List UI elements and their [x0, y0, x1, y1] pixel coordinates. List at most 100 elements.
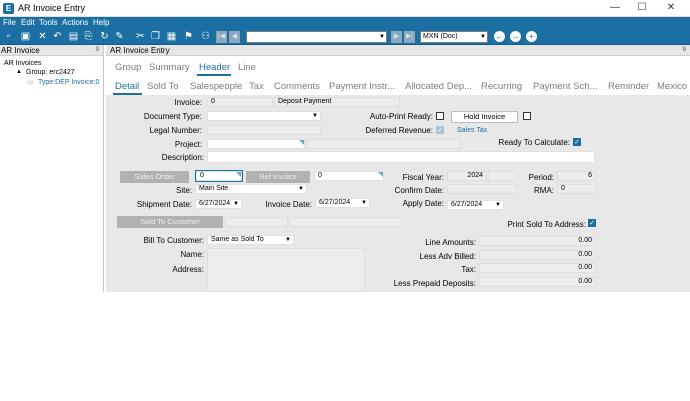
invoice-type-field: Deposit Payment — [274, 97, 400, 107]
bill-to-customer-select[interactable]: Same as Sold To ▼ — [207, 235, 294, 245]
ref-invoice-field[interactable]: 0 — [314, 171, 384, 181]
go-back-icon[interactable]: ← — [494, 31, 505, 42]
tree-root[interactable]: AR Invoices — [4, 60, 41, 67]
paste-icon[interactable]: ▦ — [166, 31, 177, 42]
print-sold-to-address-checkbox[interactable]: ✓ — [588, 219, 596, 227]
tab-summary[interactable]: Summary — [149, 62, 190, 73]
sold-to-customer-name-field — [289, 217, 402, 227]
period-label: Period: — [528, 173, 554, 182]
save-icon[interactable]: ▣ — [20, 31, 31, 42]
close-window-button[interactable]: ✕ — [660, 1, 682, 15]
line-amounts-field: 0.00 — [479, 236, 596, 246]
description-field[interactable] — [207, 151, 595, 163]
document-type-select[interactable]: ▼ — [207, 111, 321, 121]
hold-invoice-checkbox[interactable] — [523, 112, 531, 120]
tab-salespeople[interactable]: Salespeople — [190, 81, 242, 92]
legal-number-field — [207, 125, 321, 135]
previous-record-icon[interactable]: ◀ — [229, 31, 240, 43]
tab-allocated-deposits[interactable]: Allocated Dep... — [405, 81, 472, 92]
deferred-revenue-checkbox[interactable]: ✓ — [436, 126, 444, 134]
tree-panel: AR Invoice 9 AR Invoices ▲ Group: erc242… — [0, 45, 104, 292]
tree-panel-title: AR Invoice — [1, 46, 40, 55]
address-label: Address: — [172, 265, 204, 274]
tab-comments[interactable]: Comments — [274, 81, 320, 92]
deferred-revenue-label: Deferred Revenue: — [365, 126, 433, 135]
line-amounts-label: Line Amounts: — [425, 238, 476, 247]
chevron-down-icon: ▼ — [298, 186, 304, 192]
menu-tools[interactable]: Tools — [39, 18, 58, 27]
tab-payment-schedule[interactable]: Payment Sch... — [533, 81, 597, 92]
tab-payment-instructions[interactable]: Payment Instr... — [329, 81, 395, 92]
menu-actions[interactable]: Actions — [62, 18, 88, 27]
ref-invoice-button[interactable]: Ref Invoice — [246, 171, 310, 183]
new-icon[interactable]: ▫ — [3, 31, 14, 42]
print-sold-to-address-label: Print Sold To Address: — [507, 220, 586, 229]
tab-mexico[interactable]: Mexico — [657, 81, 687, 92]
menu-edit[interactable]: Edit — [21, 18, 35, 27]
tab-detail[interactable]: Detail — [115, 81, 139, 92]
customize-icon[interactable]: ⚑ — [183, 31, 194, 42]
sales-tax-link[interactable]: Sales Tax — [457, 127, 487, 134]
sold-to-customer-button[interactable]: Sold To Customer — [117, 216, 223, 228]
chevron-down-icon: ▼ — [312, 113, 318, 119]
tab-recurring[interactable]: Recurring — [481, 81, 522, 92]
attachment-icon[interactable]: ⎘ — [83, 31, 94, 42]
tab-line[interactable]: Line — [238, 62, 256, 73]
site-select[interactable]: Main Site ▼ — [195, 184, 307, 194]
cut-icon[interactable]: ✂ — [135, 31, 146, 42]
chevron-down-icon: ▼ — [379, 34, 385, 40]
invoice-date-field[interactable]: 6/27/2024 ▼ — [315, 198, 370, 208]
first-record-icon[interactable]: |◀ — [216, 31, 227, 43]
auto-print-ready-checkbox[interactable] — [436, 112, 444, 120]
invoice-label: Invoice: — [174, 98, 202, 107]
window-title: AR Invoice Entry — [18, 3, 86, 13]
less-adv-billed-field: 0.00 — [479, 250, 596, 260]
rma-field: 0 — [557, 184, 596, 194]
add-circle-icon[interactable]: + — [526, 31, 537, 42]
shipment-date-field[interactable]: 6/27/2024 ▼ — [195, 199, 242, 209]
tab-reminder[interactable]: Reminder — [608, 81, 649, 92]
document-type-label: Document Type: — [143, 112, 202, 121]
refresh-icon[interactable]: ↻ — [99, 31, 110, 42]
main-panel-header: AR Invoice Entry 9 — [106, 45, 690, 56]
invoice-date-label: Invoice Date: — [265, 200, 312, 209]
currency-combo[interactable]: MXN (Doc) ▼ — [420, 31, 488, 43]
menu-help[interactable]: Help — [93, 18, 109, 27]
invoice-field: 0 — [207, 97, 273, 107]
bill-to-customer-label: Bill To Customer: — [143, 236, 204, 245]
sales-order-button[interactable]: Sales Order — [120, 171, 189, 183]
delete-icon[interactable]: ✕ — [37, 31, 48, 42]
auto-print-ready-label: Auto-Print Ready: — [369, 112, 433, 121]
clear-icon[interactable]: ✎ — [114, 31, 125, 42]
last-record-icon[interactable]: ▶| — [404, 31, 415, 43]
project-field[interactable] — [207, 139, 305, 149]
fiscal-year-field: 2024 — [447, 171, 487, 181]
record-key-combo[interactable]: ▼ — [246, 31, 387, 43]
minimize-button[interactable]: — — [604, 1, 626, 15]
pin-icon[interactable]: 9 — [96, 45, 99, 56]
tab-tax[interactable]: Tax — [249, 81, 264, 92]
sales-order-field[interactable]: 0 — [195, 170, 243, 182]
go-forward-icon[interactable]: → — [510, 31, 521, 42]
undo-icon[interactable]: ↶ — [52, 31, 63, 42]
apply-date-field[interactable]: 6/27/2024 ▼ — [447, 200, 504, 210]
tab-sold-to[interactable]: Sold To — [147, 81, 179, 92]
pin-icon[interactable]: 9 — [683, 45, 686, 56]
project-description-field — [306, 139, 461, 149]
collapse-icon[interactable]: ▲ — [16, 69, 22, 75]
menu-file[interactable]: File — [3, 18, 16, 27]
tree-group[interactable]: Group: erc2427 — [26, 69, 75, 76]
chevron-down-icon: ▼ — [480, 34, 486, 40]
tab-group[interactable]: Group — [115, 62, 141, 73]
maximize-button[interactable]: ☐ — [631, 1, 653, 15]
tree-invoice-item[interactable]: Type:DEP Invoice:0 — [38, 79, 99, 86]
tab-header[interactable]: Header — [199, 62, 230, 73]
copy-icon[interactable]: ❐ — [150, 31, 161, 42]
folder-icon: ▭ — [27, 79, 34, 86]
binoculars-icon[interactable]: ⚇ — [200, 31, 211, 42]
print-icon[interactable]: ▤ — [68, 31, 79, 42]
hold-invoice-button[interactable]: Hold Invoice — [451, 111, 518, 123]
next-record-icon[interactable]: ▶ — [391, 31, 402, 43]
toolbar: ▫ ▣ ✕ ↶ ▤ ⎘ ↻ ✎ ✂ ❐ ▦ ⚑ ⚇ |◀ ◀ ▼ ▶ ▶| MX… — [0, 29, 690, 45]
ready-to-calculate-checkbox[interactable]: ✓ — [573, 138, 581, 146]
